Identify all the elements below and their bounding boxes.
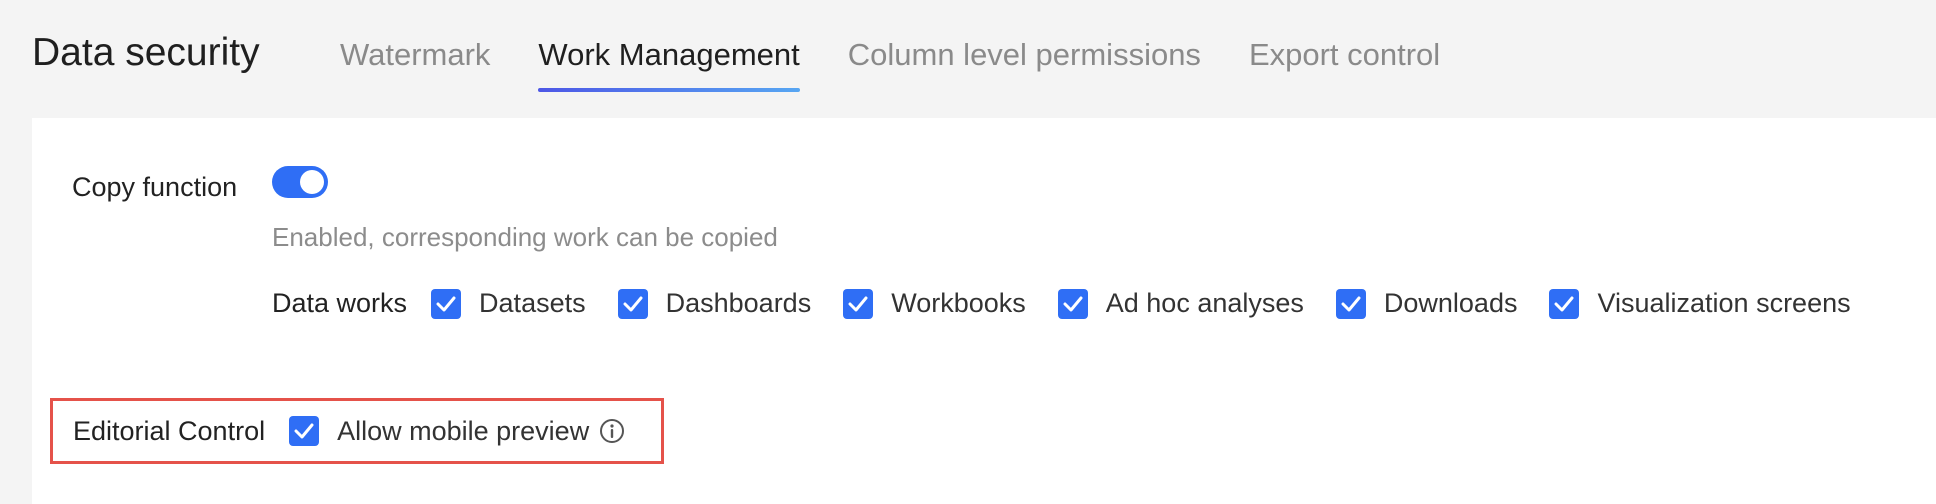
checkbox-dashboards[interactable]: Dashboards	[617, 288, 812, 319]
checkbox-checked-icon	[1549, 288, 1580, 319]
checkbox-visualization-screens[interactable]: Visualization screens	[1549, 288, 1851, 319]
checkbox-checked-icon	[617, 288, 648, 319]
checkbox-label: Datasets	[479, 288, 586, 318]
checkbox-label: Visualization screens	[1597, 288, 1851, 318]
tab-bar: Watermark Work Management Column level p…	[340, 36, 1440, 96]
toggle-knob	[300, 170, 324, 194]
data-works-label: Data works	[272, 288, 408, 318]
checkbox-datasets[interactable]: Datasets	[431, 288, 586, 319]
tab-work-management-label: Work Management	[538, 37, 800, 72]
checkbox-ad-hoc-analyses[interactable]: Ad hoc analyses	[1057, 288, 1304, 319]
tab-column-level-permissions[interactable]: Column level permissions	[848, 36, 1201, 92]
page-title: Data security	[32, 31, 260, 74]
editorial-control-label: Editorial Control	[73, 415, 266, 446]
checkbox-workbooks[interactable]: Workbooks	[843, 288, 1026, 319]
header: Data security Watermark Work Management …	[0, 0, 1936, 116]
editorial-control-row: Editorial Control Allow mobile preview	[50, 398, 664, 464]
copy-function-label: Copy function	[72, 172, 238, 202]
tab-export-control[interactable]: Export control	[1249, 36, 1440, 92]
data-works-row: Data works Datasets Dashboards Workbooks	[272, 288, 1851, 319]
checkbox-checked-icon	[843, 288, 874, 319]
checkbox-label: Allow mobile preview	[337, 415, 590, 446]
checkbox-downloads[interactable]: Downloads	[1335, 288, 1518, 319]
tab-watermark[interactable]: Watermark	[340, 36, 490, 92]
tab-work-management[interactable]: Work Management	[538, 36, 800, 92]
checkbox-checked-icon	[289, 416, 320, 446]
checkbox-checked-icon	[1335, 288, 1366, 319]
settings-panel: Copy function Enabled, corresponding wor…	[32, 118, 1936, 504]
active-tab-indicator	[538, 88, 800, 92]
checkbox-checked-icon	[1057, 288, 1088, 319]
copy-function-hint: Enabled, corresponding work can be copie…	[272, 222, 778, 252]
data-security-page: Data security Watermark Work Management …	[0, 0, 1936, 504]
checkbox-label: Dashboards	[665, 288, 812, 318]
info-circle-icon[interactable]	[599, 418, 625, 444]
copy-function-toggle[interactable]	[272, 166, 328, 198]
checkbox-label: Downloads	[1383, 288, 1518, 318]
checkbox-label: Ad hoc analyses	[1105, 288, 1304, 318]
checkbox-checked-icon	[431, 288, 462, 319]
checkbox-label: Workbooks	[891, 288, 1026, 318]
checkbox-allow-mobile-preview[interactable]: Allow mobile preview	[289, 416, 589, 447]
